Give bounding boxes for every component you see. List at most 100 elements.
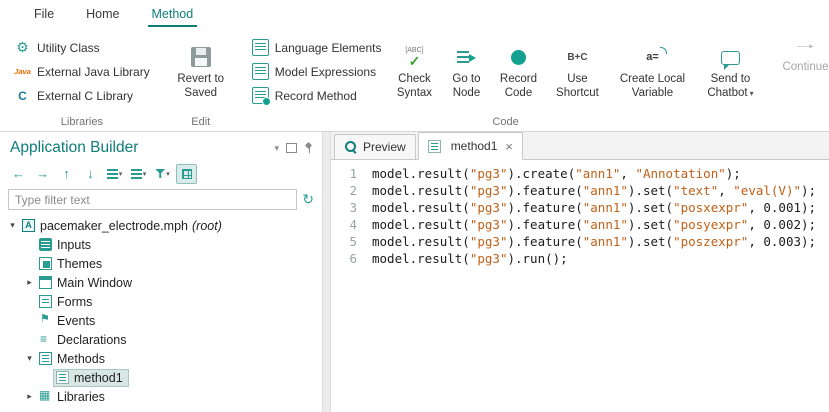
code-text: model.result( [372,234,470,249]
code-line[interactable]: model.result("pg3").feature("ann1").set(… [372,233,829,250]
tree-item-label: Events [57,314,95,328]
tree-node-content: pacemaker_electrode.mph(root) [19,217,228,235]
pin-icon[interactable] [304,142,314,154]
tree-item-label: Forms [57,295,92,309]
funnel-icon [155,169,165,178]
close-tab-icon[interactable]: × [505,140,513,153]
edit-group: Revert to Saved Edit [164,28,238,131]
code-line[interactable]: model.result("pg3").feature("ann1").set(… [372,199,829,216]
code-text: model.result( [372,166,470,181]
check-icon: ✓ [409,54,421,68]
tree-item-label: pacemaker_electrode.mph [40,219,188,233]
tree-item-label: Libraries [57,390,105,404]
record-code-button[interactable]: Record Code [491,40,545,102]
utility-class-label: Utility Class [37,41,100,55]
filter-input[interactable] [8,189,297,210]
record-method-button[interactable]: Record Method [246,85,388,106]
tab-home[interactable]: Home [74,0,131,28]
send-to-chatbot-button[interactable]: Send to Chatbot▾ [695,40,765,102]
tree-item-pacemaker-electrode-mph[interactable]: ▾pacemaker_electrode.mph(root) [0,216,322,235]
back-button[interactable]: ← [8,164,29,184]
panel-menu-icon[interactable]: ▾ [274,143,279,154]
code-string: "pg3" [470,217,508,232]
code-text: ).create( [507,166,575,181]
refresh-icon[interactable]: ↻ [302,191,314,208]
save-icon [191,47,211,67]
tree-node-content: method1 [53,369,129,387]
external-java-library-button[interactable]: Java External Java Library [8,61,156,82]
code-string: "posxexpr" [673,200,748,215]
utility-class-button[interactable]: ⚙ Utility Class [8,37,156,58]
check-syntax-button[interactable]: [ABC] ✓ Check Syntax [387,40,441,102]
code-text: ).feature( [507,217,582,232]
list-icon [131,169,142,179]
tab-preview[interactable]: Preview [334,134,416,159]
tree-item-inputs[interactable]: Inputs [0,235,322,254]
tree-item-libraries[interactable]: ▸ Libraries [0,387,322,406]
highlight-toggle-button[interactable] [176,164,197,184]
code-text: , 0.001); [748,200,816,215]
external-c-library-button[interactable]: C External C Library [8,85,156,106]
libraries-icon [39,390,52,403]
tab-file[interactable]: File [22,0,66,28]
code-text: , 0.003); [748,234,816,249]
tree-item-method1[interactable]: method1 [0,368,322,387]
move-down-button[interactable]: ↓ [80,164,101,184]
code-string: "ann1" [583,234,628,249]
code-line[interactable]: model.result("pg3").feature("ann1").set(… [372,182,829,199]
move-up-button[interactable]: ↑ [56,164,77,184]
code-string: "pg3" [470,183,508,198]
node-order-button[interactable]: ▾ [104,164,125,184]
float-window-icon[interactable] [286,143,297,153]
gear-icon: ⚙ [14,39,31,56]
tree-item-declarations[interactable]: Declarations [0,330,322,349]
model-expressions-icon [252,63,269,80]
tree-item-forms[interactable]: Forms [0,292,322,311]
continue-label: Continue [782,61,828,75]
code-text: , [620,166,635,181]
line-number: 6 [331,250,357,267]
chevron-down-icon: ▾ [166,170,170,178]
line-number: 5 [331,233,357,250]
model-expressions-button[interactable]: Model Expressions [246,61,388,82]
use-shortcut-button[interactable]: B+C Use Shortcut [545,40,609,102]
go-to-node-button[interactable]: Go to Node [441,40,491,102]
tab-method1[interactable]: method1 × [418,132,523,160]
language-elements-button[interactable]: Language Elements [246,37,388,58]
tree-node-content: Declarations [36,331,132,349]
code-text: ).set( [628,200,673,215]
continue-button[interactable]: → Continue [779,28,829,131]
code-text: ).set( [628,217,673,232]
code-string: "ann1" [575,166,620,181]
tab-method[interactable]: Method [140,0,206,28]
code-line[interactable]: model.result("pg3").run(); [372,250,829,267]
code-editor[interactable]: 123456 model.result("pg3").create("ann1"… [331,160,829,412]
filter-menu-button[interactable]: ▾ [152,164,173,184]
node-grouping-button[interactable]: ▾ [128,164,149,184]
chevron-down-icon[interactable]: ▾ [6,220,19,231]
chevron-down-icon[interactable]: ▾ [23,353,36,364]
method-icon [56,371,69,384]
tree-item-methods[interactable]: ▾Methods [0,349,322,368]
code-text: ).set( [628,183,673,198]
check-syntax-icon: [ABC] ✓ [405,47,423,68]
code-line[interactable]: model.result("pg3").create("ann1", "Anno… [372,165,829,182]
libraries-group-label: Libraries [4,115,160,131]
create-local-variable-button[interactable]: a= Create Local Variable [609,40,695,102]
code-string: "poszexpr" [673,234,748,249]
code-string: "ann1" [583,183,628,198]
chevron-down-icon: ▾ [119,170,123,178]
panel-splitter[interactable] [322,132,331,412]
forward-button[interactable]: → [32,164,53,184]
app-tree: ▾pacemaker_electrode.mph(root)InputsThem… [0,214,322,412]
record-method-label: Record Method [275,89,357,103]
libraries-group: ⚙ Utility Class Java External Java Libra… [4,28,160,131]
chevron-right-icon[interactable]: ▸ [23,277,36,288]
tree-item-events[interactable]: Events [0,311,322,330]
code-line[interactable]: model.result("pg3").feature("ann1").set(… [372,216,829,233]
tree-item-main-window[interactable]: ▸Main Window [0,273,322,292]
chevron-right-icon[interactable]: ▸ [23,391,36,402]
revert-to-saved-button[interactable]: Revert to Saved [168,40,234,102]
tree-item-themes[interactable]: Themes [0,254,322,273]
create-local-variable-label: Create Local Variable [612,73,692,100]
